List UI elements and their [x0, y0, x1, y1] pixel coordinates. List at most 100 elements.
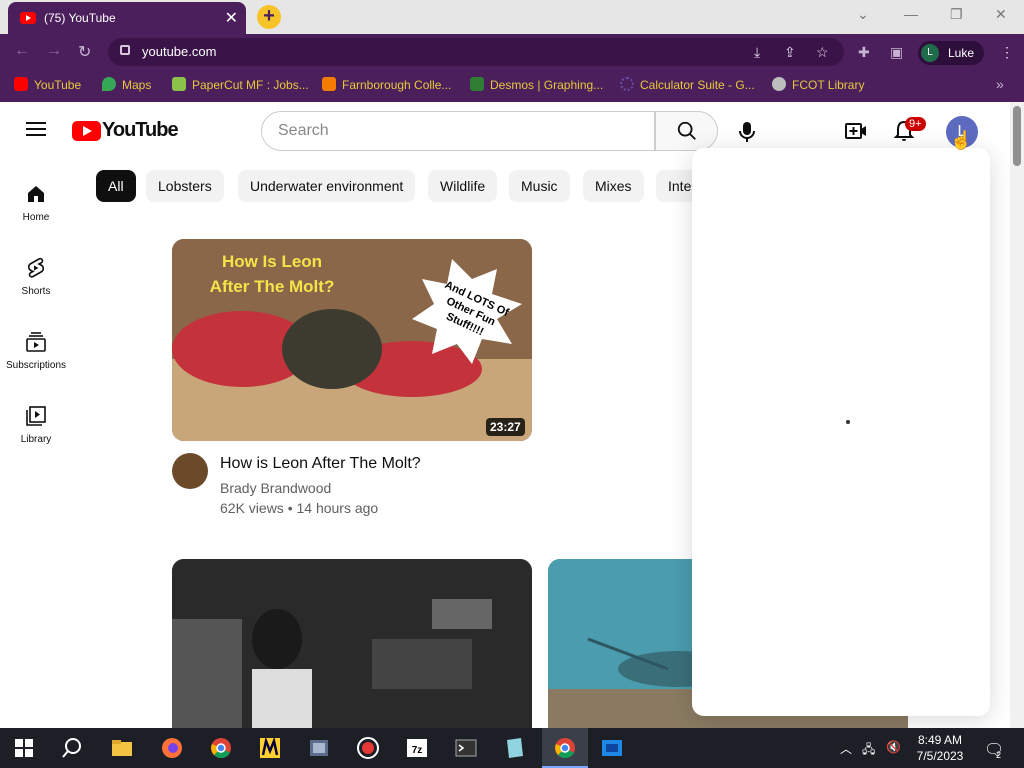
terminal-icon[interactable]	[454, 736, 478, 760]
volume-muted-icon[interactable]: 🔇	[886, 740, 901, 754]
youtube-icon	[14, 77, 28, 91]
video-thumbnail[interactable]	[172, 559, 532, 728]
back-arrow-icon[interactable]: ←	[14, 42, 30, 60]
forward-arrow-icon[interactable]: →	[46, 42, 62, 60]
new-tab-button[interactable]: +	[257, 5, 281, 29]
youtube-page: YouTube 9+ L Home Shorts Subscriptions L…	[0, 102, 1024, 728]
bookmarks-overflow-icon[interactable]: »	[996, 76, 1004, 92]
video-editor-icon[interactable]	[307, 736, 331, 760]
browser-titlebar: (75) YouTube ✕ + ⌄ — ❐ ✕	[0, 0, 1024, 34]
video-title[interactable]: How is Leon After The Molt?	[220, 455, 421, 473]
subscriptions-icon	[26, 332, 46, 352]
clock-date: 7/5/2023	[916, 749, 964, 763]
network-icon[interactable]: 🖧	[862, 740, 875, 761]
firefox-icon[interactable]	[160, 736, 184, 760]
windows-taskbar: 7z ︿ 🖧 🔇 8:49 AM 7/5/2023 🗨 2	[0, 728, 1024, 768]
home-icon	[28, 186, 44, 202]
address-bar[interactable]: youtube.com ⤓ ⇪ ☆	[108, 38, 844, 66]
profile-name: Luke	[948, 46, 975, 60]
lobster-thumbnail-art: How Is Leon After The Molt? And LOTS Of …	[172, 239, 532, 441]
minimize-icon[interactable]: —	[904, 6, 918, 22]
side-panel-icon[interactable]: ▣	[890, 44, 903, 61]
tab-search-chevron-icon[interactable]: ⌄	[857, 6, 869, 23]
windows-start-icon[interactable]	[12, 736, 36, 760]
scrollbar-thumb[interactable]	[1013, 106, 1021, 166]
page-scrollbar[interactable]	[1010, 102, 1024, 728]
tab-title: (75) YouTube	[44, 11, 116, 25]
share-icon[interactable]: ⇪	[784, 44, 796, 61]
bookmark-maps[interactable]: Maps	[102, 77, 151, 92]
address-url: youtube.com	[142, 44, 217, 59]
file-explorer-icon[interactable]	[110, 736, 134, 760]
browser-tab-youtube[interactable]: (75) YouTube ✕	[8, 2, 246, 34]
sidebar-item-subscriptions[interactable]: Subscriptions	[0, 330, 72, 371]
chip-wildlife[interactable]: Wildlife	[428, 170, 498, 202]
tray-chevron-up-icon[interactable]: ︿	[840, 740, 852, 757]
search-icon	[677, 121, 696, 140]
youtube-wordmark: YouTube	[102, 119, 179, 141]
chrome-icon[interactable]	[209, 736, 233, 760]
hamburger-menu-icon[interactable]	[26, 122, 46, 136]
action-center-count: 2	[996, 750, 1002, 760]
shorts-icon	[27, 257, 45, 278]
search-input[interactable]	[261, 111, 655, 151]
bookmark-star-icon[interactable]: ☆	[816, 44, 829, 61]
hand-cursor-icon: ☝	[950, 130, 973, 150]
chip-music[interactable]: Music	[509, 170, 570, 202]
concert-thumbnail-art	[172, 559, 532, 728]
chip-underwater-environment[interactable]: Underwater environment	[238, 170, 416, 202]
youtube-logo[interactable]: YouTube	[72, 119, 179, 142]
create-video-icon[interactable]	[845, 122, 867, 140]
bookmark-youtube[interactable]: YouTube	[14, 77, 81, 92]
channel-avatar[interactable]	[172, 453, 208, 489]
notepad-icon[interactable]	[503, 736, 527, 760]
taskbar-active-app[interactable]	[542, 728, 588, 768]
bookmark-calculator-suite[interactable]: Calculator Suite - G...	[620, 77, 755, 92]
loading-spinner-icon	[846, 420, 850, 424]
7zip-icon[interactable]: 7z	[405, 736, 429, 760]
channel-name[interactable]: Brady Brandwood	[220, 480, 331, 496]
chrome-profile-icon	[555, 738, 575, 759]
reload-icon[interactable]: ↻	[78, 42, 91, 62]
video-thumbnail[interactable]: How Is Leon After The Molt? And LOTS Of …	[172, 239, 532, 441]
sidebar-item-library[interactable]: Library	[0, 404, 72, 445]
bookmark-papercut[interactable]: PaperCut MF : Jobs...	[172, 77, 309, 92]
taskbar-search-icon[interactable]	[60, 736, 84, 760]
bookmark-desmos[interactable]: Desmos | Graphing...	[470, 77, 603, 92]
sidebar-item-label: Library	[20, 434, 52, 445]
install-app-icon[interactable]: ⤓	[754, 44, 760, 61]
media-player-icon[interactable]	[600, 736, 624, 760]
chip-lobsters[interactable]: Lobsters	[146, 170, 224, 202]
profile-avatar: L	[921, 44, 939, 62]
extensions-icon[interactable]: ✚	[858, 44, 870, 61]
bookmark-farnborough[interactable]: Farnborough Colle...	[322, 77, 451, 92]
miro-icon[interactable]	[258, 736, 282, 760]
farnborough-icon	[322, 77, 336, 91]
bookmark-fcot-library[interactable]: FCOT Library	[772, 77, 864, 92]
microphone-icon[interactable]	[737, 120, 757, 144]
sidebar-item-home[interactable]: Home	[0, 182, 72, 223]
restore-icon[interactable]: ❐	[950, 6, 963, 23]
chip-mixes[interactable]: Mixes	[583, 170, 644, 202]
bookmarks-bar: YouTube Maps PaperCut MF : Jobs... Farnb…	[0, 70, 1024, 102]
youtube-play-icon	[72, 120, 101, 141]
browser-menu-icon[interactable]: ⋮	[1000, 44, 1014, 61]
chip-all[interactable]: All	[96, 170, 136, 202]
sidebar-item-label: Subscriptions	[5, 360, 67, 371]
lock-icon	[120, 45, 130, 55]
sidebar-item-shorts[interactable]: Shorts	[0, 256, 72, 297]
notification-badge: 9+	[905, 117, 926, 131]
window-close-icon[interactable]: ✕	[995, 6, 1007, 23]
globe-icon	[772, 77, 786, 91]
taskbar-clock[interactable]: 8:49 AM 7/5/2023	[912, 732, 968, 764]
sidebar-item-label: Home	[22, 212, 50, 223]
video-metadata: 62K views • 14 hours ago	[220, 500, 379, 516]
papercut-icon	[172, 77, 186, 91]
search-button[interactable]	[655, 111, 718, 151]
library-icon	[26, 406, 46, 426]
tab-close-icon[interactable]: ✕	[225, 8, 238, 28]
recorder-icon[interactable]	[356, 736, 380, 760]
browser-profile-button[interactable]: L Luke	[918, 41, 984, 65]
desmos-icon	[470, 77, 484, 91]
action-center-icon[interactable]: 🗨	[984, 740, 1004, 760]
